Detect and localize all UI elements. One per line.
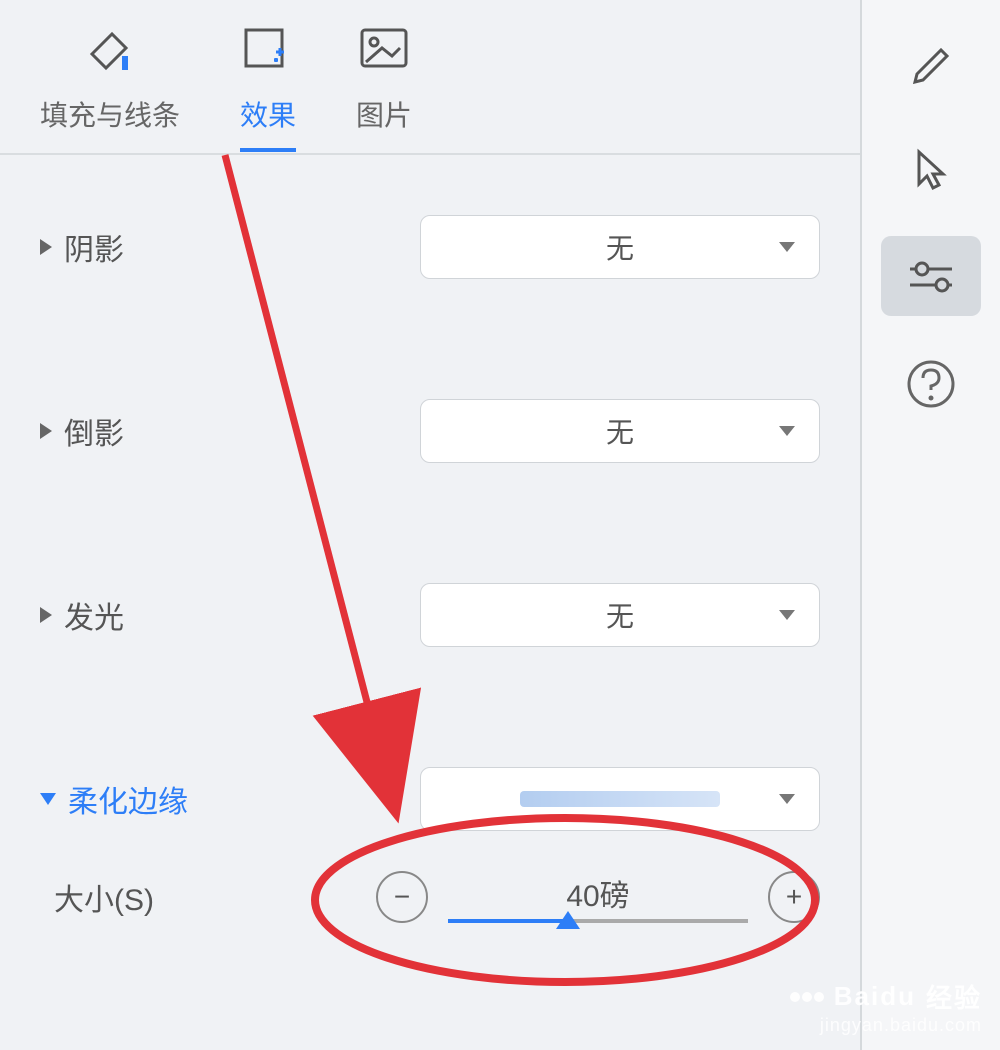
tab-effects-label: 效果	[240, 94, 296, 134]
tabs-row: 填充与线条 效果 图片	[0, 0, 860, 155]
chevron-right-icon	[40, 423, 52, 439]
chevron-right-icon	[40, 239, 52, 255]
tab-picture-label: 图片	[356, 94, 412, 134]
chevron-down-icon	[779, 426, 795, 436]
effects-icon	[240, 20, 296, 76]
reflection-value: 无	[606, 411, 634, 451]
glow-label: 发光	[64, 593, 124, 637]
tab-effects[interactable]: 效果	[240, 20, 296, 152]
glow-dropdown[interactable]: 无	[420, 583, 820, 647]
tab-fill-line[interactable]: 填充与线条	[40, 20, 180, 148]
slider-value: 40磅	[566, 871, 629, 915]
cursor-tool[interactable]	[881, 128, 981, 208]
decrease-button[interactable]: −	[376, 871, 428, 923]
paint-bucket-icon	[82, 20, 138, 76]
shadow-label: 阴影	[64, 225, 124, 269]
tab-picture[interactable]: 图片	[356, 20, 412, 148]
shadow-dropdown[interactable]: 无	[420, 215, 820, 279]
slider[interactable]: 40磅	[448, 871, 748, 923]
slider-track	[448, 919, 748, 923]
size-slider-row: 大小(S) − 40磅 +	[40, 871, 820, 923]
chevron-right-icon	[40, 607, 52, 623]
pencil-icon	[907, 36, 955, 84]
picture-icon	[356, 20, 412, 76]
reflection-dropdown[interactable]: 无	[420, 399, 820, 463]
chevron-down-icon	[779, 794, 795, 804]
soft-edges-preview	[520, 791, 720, 807]
minus-icon: −	[394, 881, 410, 913]
glow-toggle[interactable]: 发光	[40, 593, 124, 637]
slider-fill	[448, 919, 568, 923]
plus-icon: +	[786, 881, 802, 913]
help-tool[interactable]	[881, 344, 981, 424]
slider-container: − 40磅 +	[376, 871, 820, 923]
help-icon	[905, 358, 957, 410]
chevron-down-icon	[40, 793, 56, 805]
reflection-label: 倒影	[64, 409, 124, 453]
soft-edges-dropdown[interactable]	[420, 767, 820, 831]
format-panel: 填充与线条 效果 图片	[0, 0, 860, 1050]
shadow-row: 阴影 无	[40, 215, 820, 279]
slider-thumb[interactable]	[556, 911, 580, 929]
effects-content: 阴影 无 倒影 无 发光 无	[0, 155, 860, 963]
soft-edges-row: 柔化边缘	[40, 767, 820, 831]
side-toolbar	[860, 0, 1000, 1050]
reflection-toggle[interactable]: 倒影	[40, 409, 124, 453]
reflection-row: 倒影 无	[40, 399, 820, 463]
size-label: 大小(S)	[40, 875, 154, 919]
soft-edges-toggle[interactable]: 柔化边缘	[40, 777, 188, 821]
glow-row: 发光 无	[40, 583, 820, 647]
chevron-down-icon	[779, 242, 795, 252]
soft-edges-label: 柔化边缘	[68, 777, 188, 821]
increase-button[interactable]: +	[768, 871, 820, 923]
sliders-icon	[904, 255, 958, 297]
settings-tool[interactable]	[881, 236, 981, 316]
shadow-toggle[interactable]: 阴影	[40, 225, 124, 269]
chevron-down-icon	[779, 610, 795, 620]
glow-value: 无	[606, 595, 634, 635]
pencil-tool[interactable]	[881, 20, 981, 100]
tab-fill-line-label: 填充与线条	[40, 94, 180, 134]
cursor-icon	[907, 144, 955, 192]
shadow-value: 无	[606, 227, 634, 267]
